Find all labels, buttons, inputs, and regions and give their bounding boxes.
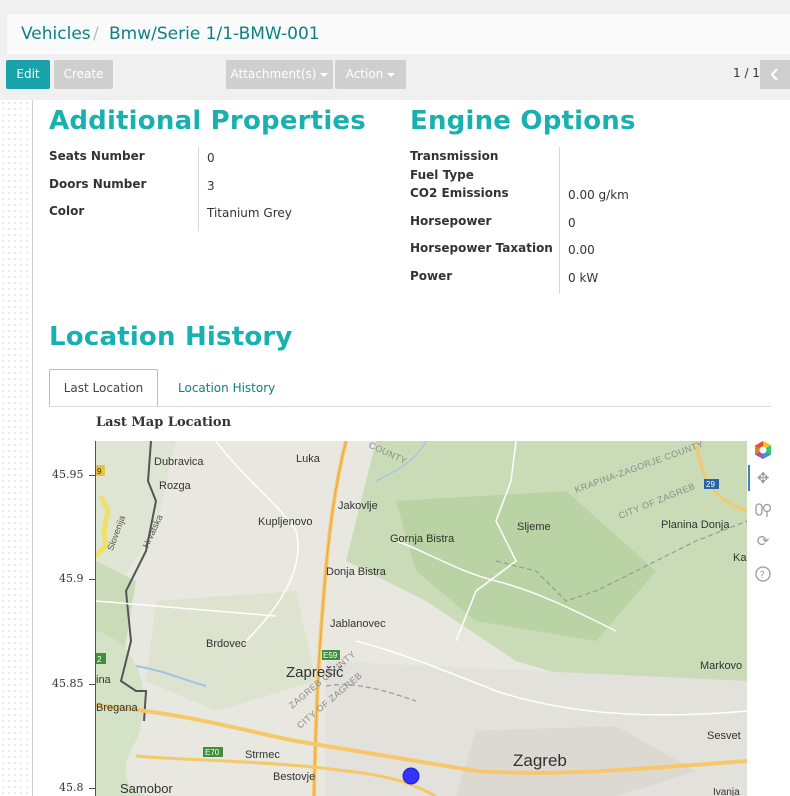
attachments-label: Attachment(s): [230, 67, 317, 81]
field-label-co2: CO2 Emissions: [410, 186, 509, 200]
y-tick-mark: [89, 684, 95, 685]
map-label: Kupljenovo: [258, 516, 312, 528]
map-label: Sesvet: [707, 730, 741, 742]
map-label: Bregana: [96, 702, 138, 714]
map-label: Bestovje: [273, 771, 315, 783]
road-shield-label: E59: [323, 651, 338, 660]
edit-button[interactable]: Edit: [6, 60, 50, 89]
sheet-margin: [0, 100, 33, 796]
field-value-doors: 3: [207, 179, 215, 193]
field-label-doors: Doors Number: [49, 177, 147, 191]
svg-text:?: ?: [760, 570, 765, 581]
map-plot-title: Last Map Location: [96, 415, 232, 430]
field-value-co2: 0.00 g/km: [568, 188, 629, 202]
road-shield-label: E70: [205, 748, 220, 757]
wheel-zoom-icon-graphic: [755, 503, 772, 517]
field-label-horsepower-taxation: Horsepower Taxation: [410, 241, 553, 255]
map-label: Dubravica: [154, 456, 204, 468]
caret-down-icon: [320, 72, 329, 77]
y-tick-label: 45.9: [59, 572, 84, 585]
y-tick-mark: [89, 475, 95, 476]
map-label: Jakovlje: [338, 500, 378, 512]
bokeh-logo-icon[interactable]: [753, 440, 773, 460]
y-tick-label: 45.85: [52, 677, 84, 690]
field-label-color: Color: [49, 204, 85, 218]
map-label: Rozga: [159, 480, 192, 492]
engine-options-title: Engine Options: [410, 106, 636, 136]
map-canvas[interactable]: Dubravica Luka Rozga Jakovlje Kupljenovo…: [96, 441, 747, 796]
field-value-seats: 0: [207, 151, 215, 165]
map-label: Zagreb: [513, 751, 567, 770]
caret-down-icon: [387, 72, 396, 77]
map-label: Planina Donja: [661, 519, 730, 531]
field-value-horsepower: 0: [568, 216, 576, 230]
field-divider: [198, 147, 199, 231]
map-label: Ka: [733, 552, 747, 564]
y-tick-mark: [89, 579, 95, 580]
y-tick-label: 45.95: [52, 468, 84, 481]
y-tick-mark: [89, 788, 95, 789]
field-divider: [559, 147, 560, 294]
map-tiles: Dubravica Luka Rozga Jakovlje Kupljenovo…: [96, 441, 747, 796]
location-marker[interactable]: [402, 767, 420, 785]
road-shield-label: 2: [97, 655, 102, 664]
map-label: ina: [96, 674, 112, 686]
power-number: 0: [568, 271, 576, 285]
y-tick-label: 45.8: [59, 781, 84, 794]
chevron-left-icon: [770, 68, 778, 81]
tab-divider: [49, 406, 771, 407]
location-history-title: Location History: [49, 322, 293, 352]
map-label: Sljeme: [517, 521, 551, 533]
breadcrumb-parent-link[interactable]: Vehicles: [21, 24, 91, 44]
map-label: Donja Bistra: [326, 566, 387, 578]
co2-number: 0.00: [568, 188, 595, 202]
active-tool-indicator: [748, 465, 750, 491]
attachments-dropdown[interactable]: Attachment(s): [226, 60, 333, 89]
pager-previous-button[interactable]: [760, 60, 790, 89]
road-shield-label: 9: [97, 467, 102, 476]
pan-icon[interactable]: ✥: [753, 468, 773, 488]
breadcrumb-separator: /: [93, 24, 99, 44]
reset-icon[interactable]: ⟳: [753, 531, 773, 551]
action-dropdown[interactable]: Action: [335, 60, 406, 89]
field-label-fuel-type: Fuel Type: [410, 168, 474, 182]
additional-properties-title: Additional Properties: [49, 106, 366, 136]
bokeh-logo-icon-graphic: [755, 441, 771, 459]
co2-unit: g/km: [598, 188, 629, 202]
map-label: Samobor: [120, 781, 173, 796]
field-label-horsepower: Horsepower: [410, 214, 492, 228]
field-label-power: Power: [410, 269, 453, 283]
tab-location-history[interactable]: Location History: [178, 381, 275, 395]
breadcrumb-current: Bmw/Serie 1/1-BMW-001: [109, 24, 320, 44]
field-label-seats: Seats Number: [49, 149, 145, 163]
create-button[interactable]: Create: [54, 60, 113, 89]
road-shield-label: 29: [706, 480, 715, 489]
map-label: Brdovec: [206, 638, 247, 650]
tab-last-location[interactable]: Last Location: [49, 369, 158, 406]
wheel-zoom-icon[interactable]: [753, 500, 773, 520]
field-value-horsepower-taxation: 0.00: [568, 243, 595, 257]
field-label-transmission: Transmission: [410, 149, 499, 163]
help-icon-graphic: ?: [755, 566, 771, 582]
map-label: Ivanja: [713, 787, 740, 796]
map-label: Markovo: [700, 660, 742, 672]
map-label: Gornja Bistra: [390, 533, 455, 545]
map-label: Strmec: [245, 749, 280, 761]
map-label: Luka: [296, 453, 321, 465]
power-unit: kW: [579, 271, 599, 285]
field-value-power: 0 kW: [568, 271, 598, 285]
map-label: Jablanovec: [330, 618, 386, 630]
field-value-color: Titanium Grey: [207, 206, 292, 220]
help-icon[interactable]: ?: [753, 564, 773, 584]
pager-value: 1 / 1: [733, 66, 760, 80]
action-label: Action: [345, 67, 384, 81]
